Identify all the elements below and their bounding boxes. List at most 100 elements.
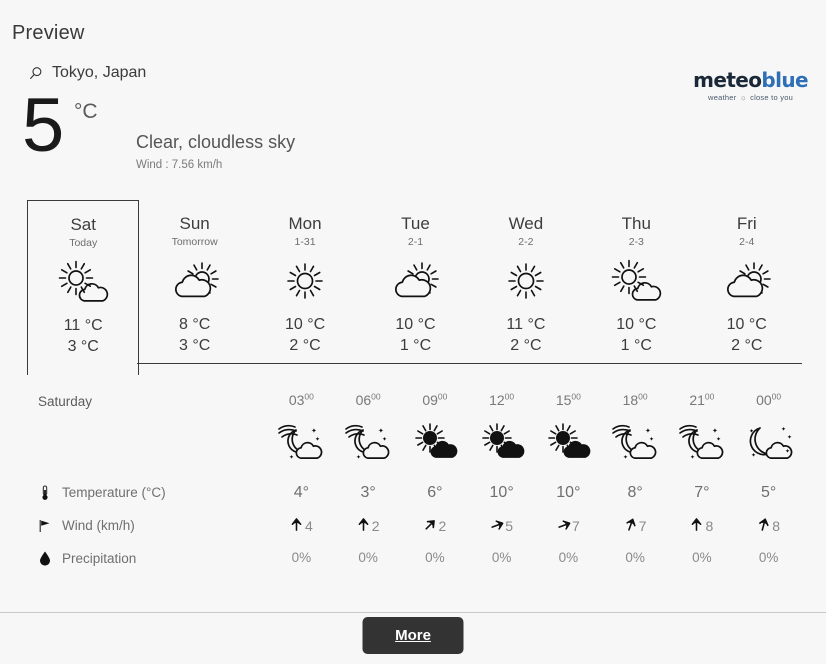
daily-temp-max: 11 °C	[506, 316, 546, 333]
wind-direction-arrow-icon	[358, 518, 369, 531]
svg-text:✦: ✦	[311, 427, 317, 435]
svg-text:✦: ✦	[716, 436, 721, 443]
temperature-label-cell: Temperature (°C)	[38, 485, 268, 501]
hourly-temperature-cell: 5°	[735, 484, 802, 502]
hourly-time-cell: 0600	[335, 392, 402, 411]
svg-text:✦: ✦	[645, 427, 651, 435]
svg-text:✦: ✦	[787, 434, 792, 441]
daily-card-sat[interactable]: Sat Today 11 °C 3 °C	[27, 200, 140, 375]
svg-text:✦: ✦	[751, 452, 756, 459]
daily-card-thu[interactable]: Thu 2-3 10 °C 1 °C	[581, 200, 691, 370]
current-condition-text: Clear, cloudless sky	[136, 132, 296, 152]
hourly-temperature-value: 10°	[556, 483, 581, 501]
night-cloud-stars-icon: ✦ ✦ ✦	[268, 423, 335, 470]
hourly-wind-cell: 5	[468, 518, 535, 534]
cloud-sun-icon	[139, 254, 249, 308]
hourly-wind-cell: 8	[735, 518, 802, 534]
logo-word-meteo: meteo	[693, 68, 762, 92]
wind-label: Wind (km/h)	[62, 518, 135, 533]
daily-temp-min: 3 °C	[67, 338, 99, 355]
precipitation-label-cell: Precipitation	[38, 550, 268, 566]
weather-widget-page: Preview meteoblue weather ☼ close to you…	[0, 0, 826, 664]
daily-temp-max: 10 °C	[284, 316, 326, 333]
wind-label-cell: Wind (km/h)	[38, 518, 268, 534]
hourly-time-cell: 2100	[669, 392, 736, 411]
hourly-precipitation-cell: 0%	[268, 549, 335, 567]
daily-temp-max: 10 °C	[616, 316, 657, 333]
daily-temp-max: 10 °C	[395, 316, 436, 333]
weather-widget: meteoblue weather ☼ close to you Tokyo, …	[0, 60, 826, 574]
daily-card-wed[interactable]: Wed 2-2 11 °C 2 °C	[471, 200, 581, 370]
daily-temp-max: 11 °C	[63, 317, 103, 334]
night-cloud-stars-icon: ✦ ✦ ✦	[669, 423, 736, 470]
current-conditions: 5 °C Clear, cloudless sky Wind : 7.56 km…	[0, 88, 826, 190]
daily-day-sub: Tomorrow	[171, 236, 218, 248]
hourly-temperature-cell: 7°	[669, 484, 736, 502]
svg-text:✦: ✦	[356, 454, 361, 461]
daily-day-sub: 2-4	[739, 236, 755, 248]
hourly-precipitation-value: 0%	[558, 550, 579, 565]
svg-text:✦: ✦	[378, 427, 384, 435]
logo-wordmark: meteoblue	[693, 68, 808, 92]
hourly-wind-value: 2	[371, 517, 380, 534]
hourly-temperature-value: 8°	[627, 483, 643, 501]
hourly-time-cell: 1800	[602, 392, 669, 411]
daily-card-sun[interactable]: Sun Tomorrow 8 °C 3 °C	[139, 200, 249, 370]
hourly-wind-value: 8	[705, 517, 714, 534]
hourly-temperature-cell: 8°	[602, 484, 669, 502]
wind-direction-arrow-icon	[626, 518, 636, 531]
sun-icon	[471, 254, 581, 308]
hourly-precipitation-cell: 0%	[735, 549, 802, 567]
daily-day-name: Sun	[179, 214, 210, 233]
hourly-temperature-values: 4° 3° 6° 10° 10° 8° 7° 5°	[268, 484, 802, 502]
hourly-time-cell: 0300	[268, 392, 335, 411]
daily-forecast: Sat Today 11 °C 3 °C Sun Tomorrow 8 °C 3 °C Mon 1…	[0, 200, 826, 375]
daily-day-sub: 2-3	[628, 236, 644, 248]
hourly-precipitation-cell: 0%	[335, 549, 402, 567]
daily-card-fri[interactable]: Fri 2-4 10 °C 2 °C	[692, 200, 802, 370]
hourly-precipitation-cell: 0%	[535, 549, 602, 567]
droplet-icon	[40, 551, 50, 566]
cloud-sun-icon	[692, 254, 802, 308]
daily-card-tue[interactable]: Tue 2-1 10 °C 1 °C	[360, 200, 470, 370]
hourly-time-cell: 0000	[735, 392, 802, 411]
daily-day-name: Sat	[70, 215, 96, 234]
hourly-temperature-value: 4°	[293, 483, 310, 501]
location-name: Tokyo, Japan	[52, 64, 147, 81]
hourly-precipitation-value: 0%	[758, 550, 779, 565]
hourly-temperature-cell: 6°	[402, 484, 469, 502]
wind-direction-arrow-icon	[425, 520, 436, 530]
hourly-time-row: Saturday 0300 0600 0900 1200 1500 1800 2100 000…	[38, 386, 802, 416]
wind-direction-arrow-icon	[759, 518, 769, 531]
hourly-temperature-value: 10°	[489, 483, 514, 501]
hourly-precipitation-value: 0%	[625, 550, 645, 565]
daily-temp-max: 8 °C	[178, 316, 211, 333]
sun-cloud-filled-icon	[402, 422, 469, 470]
current-temperature: 5	[22, 83, 65, 168]
svg-text:✦: ✦	[749, 428, 754, 435]
daily-temp-min: 2 °C	[510, 337, 542, 354]
hourly-precipitation-value: 0%	[692, 550, 712, 565]
hourly-precipitation-value: 0%	[425, 550, 445, 565]
svg-text:✦: ✦	[785, 448, 790, 455]
daily-temp-min: 3 °C	[178, 337, 211, 354]
svg-text:✦: ✦	[289, 454, 294, 461]
hourly-precipitation-values: 0% 0% 0% 0% 0% 0% 0% 0%	[268, 549, 802, 567]
svg-text:✦: ✦	[690, 454, 695, 461]
hourly-time: 2100	[689, 391, 715, 409]
wind-direction-arrow-icon	[692, 518, 702, 531]
hourly-precipitation-value: 0%	[291, 550, 312, 565]
hourly-temperature-row: Temperature (°C) 4° 3° 6° 10° 10° 8° 7° 5°	[38, 476, 802, 509]
flag-icon	[39, 519, 50, 532]
more-button[interactable]: More	[362, 617, 464, 654]
hourly-precipitation-value: 0%	[491, 550, 512, 565]
hourly-wind-cell: 7	[602, 518, 669, 534]
daily-card-mon[interactable]: Mon 1-31 10 °C 2 °C	[250, 200, 360, 370]
hourly-temperature-cell: 10°	[535, 484, 602, 502]
sun-cloud-icon	[28, 255, 138, 309]
hourly-day-label: Saturday	[38, 393, 93, 409]
wind-direction-arrow-icon	[291, 518, 302, 531]
daily-day-name: Fri	[736, 214, 757, 233]
hourly-wind-values: 4 2 2 5 7 7 8 8	[268, 518, 802, 534]
hourly-wind-cell: 2	[335, 518, 402, 534]
